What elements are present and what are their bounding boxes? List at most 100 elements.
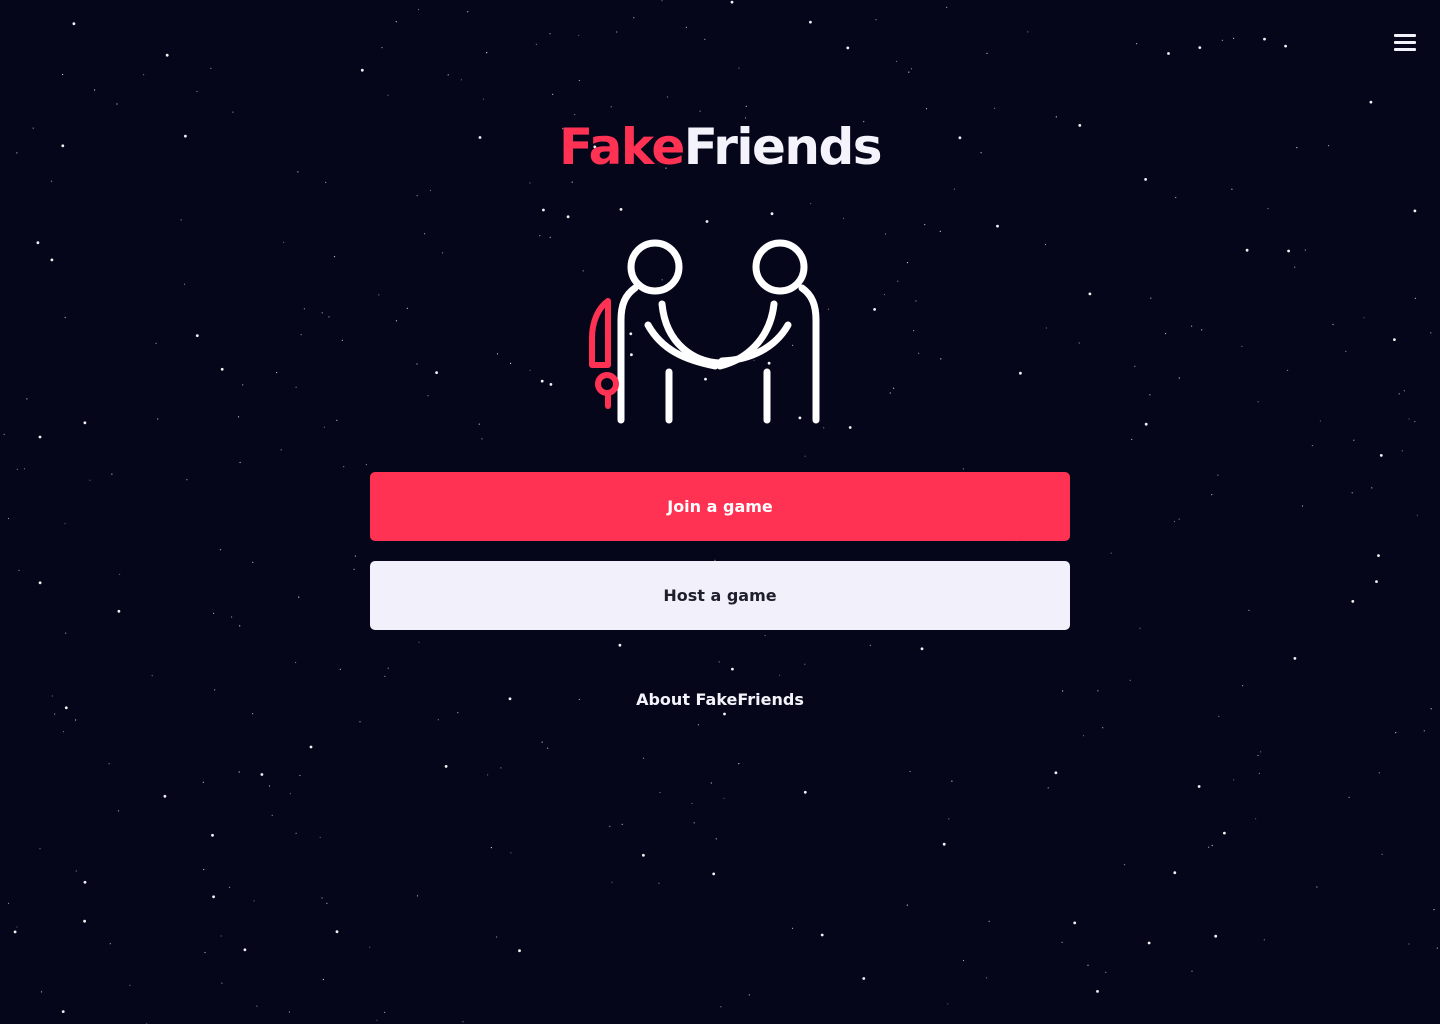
star xyxy=(809,20,812,24)
star xyxy=(908,71,910,73)
star xyxy=(3,433,5,435)
host-game-button[interactable]: Host a game xyxy=(370,561,1070,630)
star xyxy=(897,280,899,282)
star xyxy=(16,468,18,470)
star xyxy=(540,379,544,383)
star xyxy=(376,1019,378,1021)
about-link[interactable]: About FakeFriends xyxy=(0,686,1440,714)
star xyxy=(1379,454,1383,457)
star xyxy=(1241,345,1243,347)
star xyxy=(416,363,418,365)
star xyxy=(212,895,216,899)
star xyxy=(712,872,716,876)
star xyxy=(322,978,324,981)
hamburger-menu-button[interactable] xyxy=(1390,30,1420,56)
star xyxy=(7,517,10,520)
logo-fake-text: Fake xyxy=(558,118,685,176)
star xyxy=(252,561,254,563)
star xyxy=(1054,771,1058,775)
star xyxy=(1345,350,1347,352)
join-game-button[interactable]: Join a game xyxy=(370,472,1070,541)
star xyxy=(72,22,76,26)
star xyxy=(618,643,622,647)
star xyxy=(243,948,247,952)
star xyxy=(1423,730,1425,732)
star xyxy=(23,468,26,470)
star xyxy=(1178,377,1180,379)
star xyxy=(691,802,693,805)
star xyxy=(280,449,282,451)
star xyxy=(885,233,887,235)
star xyxy=(75,719,77,721)
star xyxy=(848,426,852,429)
star xyxy=(231,616,233,618)
star xyxy=(163,794,167,798)
star xyxy=(418,641,420,643)
star xyxy=(996,224,999,228)
star xyxy=(1211,494,1213,496)
star xyxy=(1214,934,1218,938)
app-logo: FakeFriends xyxy=(0,112,1440,182)
star xyxy=(1319,420,1321,422)
star xyxy=(38,435,42,439)
star xyxy=(143,74,145,76)
star xyxy=(659,791,661,794)
star xyxy=(1191,325,1193,327)
star xyxy=(228,886,231,888)
star xyxy=(65,632,67,634)
star xyxy=(1403,390,1405,392)
star xyxy=(723,797,725,799)
star xyxy=(40,991,43,993)
star xyxy=(64,523,66,525)
star xyxy=(196,90,198,93)
star xyxy=(378,294,380,296)
star xyxy=(1255,818,1257,820)
star xyxy=(1304,249,1306,251)
star xyxy=(62,731,65,733)
star xyxy=(442,252,444,254)
star xyxy=(940,358,942,360)
star xyxy=(242,384,244,386)
star xyxy=(395,320,398,322)
star xyxy=(578,34,580,36)
star xyxy=(541,741,543,743)
star xyxy=(496,353,499,355)
star xyxy=(239,461,241,464)
star xyxy=(83,919,86,923)
star xyxy=(547,747,549,749)
star xyxy=(883,293,886,296)
star xyxy=(1258,772,1260,775)
star xyxy=(779,674,781,676)
star xyxy=(710,782,712,784)
star xyxy=(387,94,389,96)
star xyxy=(444,765,448,768)
star xyxy=(915,300,917,302)
star xyxy=(1436,947,1438,949)
about-link-label[interactable]: About FakeFriends xyxy=(636,690,804,709)
star xyxy=(1413,209,1417,213)
star xyxy=(1248,609,1250,611)
star xyxy=(64,316,66,319)
star xyxy=(1105,971,1107,974)
star xyxy=(186,479,188,481)
star xyxy=(1353,439,1355,441)
star xyxy=(925,108,928,110)
star xyxy=(697,724,700,726)
star xyxy=(39,848,41,850)
star xyxy=(1332,323,1334,326)
star xyxy=(1301,505,1304,507)
star xyxy=(1198,46,1202,49)
star xyxy=(298,596,300,598)
star xyxy=(384,675,386,677)
star xyxy=(151,675,153,677)
star xyxy=(202,781,204,783)
star xyxy=(947,1003,949,1005)
star xyxy=(416,195,418,197)
star xyxy=(1284,44,1287,48)
star xyxy=(738,763,740,765)
star xyxy=(354,555,356,557)
star xyxy=(295,386,297,388)
star xyxy=(89,479,91,481)
star xyxy=(435,371,438,374)
star xyxy=(295,832,297,834)
